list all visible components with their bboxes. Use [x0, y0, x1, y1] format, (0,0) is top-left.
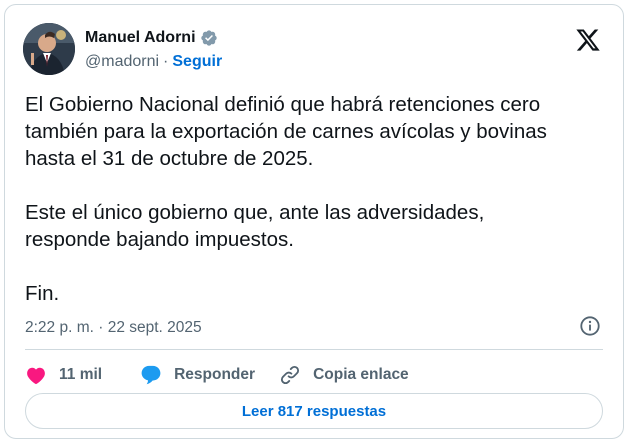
avatar-image	[23, 23, 75, 75]
author-name-row: Manuel Adorni	[85, 29, 218, 47]
author-name[interactable]: Manuel Adorni	[85, 29, 196, 47]
reply-label: Responder	[174, 366, 256, 383]
tweet-timestamp[interactable]: 2:22 p. m. · 22 sept. 2025	[25, 319, 202, 337]
info-icon[interactable]	[579, 315, 601, 337]
read-replies-button[interactable]: Leer 817 respuestas	[25, 393, 603, 429]
action-bar: 11 mil Responder Copia enlace	[25, 362, 433, 388]
link-icon	[281, 365, 300, 385]
tweet-card: Manuel Adorni @madorni · Seguir El Gobie…	[4, 4, 624, 439]
copy-link-button[interactable]: Copia enlace	[279, 364, 409, 386]
divider	[25, 349, 603, 350]
verified-badge-icon	[200, 30, 217, 46]
reply-bubble-icon	[141, 365, 161, 385]
author-handle[interactable]: @madorni	[85, 53, 159, 71]
copy-link-label: Copia enlace	[313, 366, 409, 383]
tweet-text: El Gobierno Nacional definió que habrá r…	[25, 93, 547, 305]
like-count: 11 mil	[59, 366, 103, 383]
x-logo-icon[interactable]	[575, 27, 601, 53]
separator-dot: ·	[163, 53, 169, 70]
follow-button[interactable]: Seguir	[172, 53, 222, 71]
author-handle-row: @madorni · Seguir	[85, 53, 222, 71]
heart-icon	[27, 367, 45, 385]
avatar[interactable]	[23, 23, 75, 75]
tweet-header: Manuel Adorni @madorni · Seguir	[23, 19, 605, 79]
reply-button[interactable]: Responder	[140, 364, 255, 386]
like-button[interactable]: 11 mil	[25, 364, 102, 386]
